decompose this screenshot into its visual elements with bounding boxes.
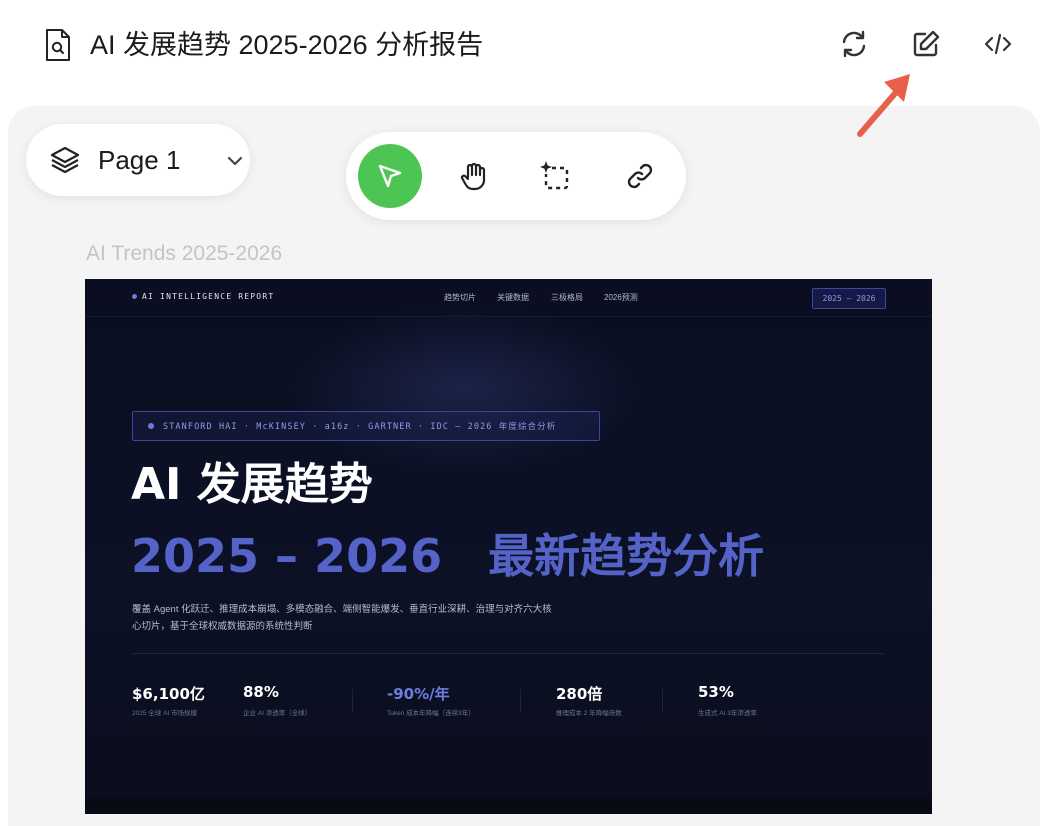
stat-separator xyxy=(662,689,663,713)
year-badge: 2025 — 2026 xyxy=(812,288,886,309)
stat-label-adoption: 企业 AI 渗透率（全球） xyxy=(243,710,312,717)
sparkle-frame-icon xyxy=(540,161,569,190)
link-icon xyxy=(627,163,653,189)
page-selector[interactable]: Page 1 xyxy=(26,124,250,196)
stat-label-genai: 生成式 AI 3年渗透率 xyxy=(698,710,757,717)
sources-tag: STANFORD HAI · McKINSEY · a16z · GARTNER… xyxy=(132,411,600,441)
link-tool-button[interactable] xyxy=(608,144,672,208)
document-icon xyxy=(46,29,70,61)
page-selector-label: Page 1 xyxy=(98,145,181,175)
hand-tool-button[interactable] xyxy=(442,144,506,208)
select-tool-button[interactable] xyxy=(358,144,422,208)
chevron-down-icon xyxy=(227,156,243,166)
layers-icon xyxy=(50,146,80,174)
refresh-icon xyxy=(842,30,866,58)
ai-frame-tool-button[interactable] xyxy=(524,144,588,208)
code-icon xyxy=(984,33,1012,55)
brand-dot-icon xyxy=(132,294,137,299)
annotation-arrow-icon xyxy=(857,74,910,137)
stat-value-genai: 53% xyxy=(698,683,734,701)
nav-link-forecast[interactable]: 2026预测 xyxy=(604,292,638,303)
report-brand: AI INTELLIGENCE REPORT xyxy=(142,292,275,301)
stats-divider xyxy=(132,653,884,654)
nav-link-landscape[interactable]: 三极格局 xyxy=(551,292,583,303)
stat-value-adoption: 88% xyxy=(243,683,279,701)
refresh-button[interactable] xyxy=(832,22,876,66)
report-description: 覆盖 Agent 化跃迁、推理成本崩塌、多模态融合、端侧智能爆发、垂直行业深耕、… xyxy=(132,604,552,632)
stat-value-market: $6,100亿 xyxy=(132,685,205,703)
report-title: AI 发展趋势 xyxy=(131,459,373,510)
report-subtitle: 2025 – 2026 最新趋势分析 xyxy=(131,525,764,587)
stat-label-token-cost: Token 成本年降幅（连续3年） xyxy=(387,710,475,717)
report-year: 2025 – 2026 xyxy=(131,529,443,583)
stat-label-inference: 推理成本 2 年降幅倍数 xyxy=(556,710,622,717)
stat-label-market: 2025 全球 AI 市场规模 xyxy=(132,710,198,717)
document-title: AI 发展趋势 2025-2026 分析报告 xyxy=(90,30,484,60)
stat-separator xyxy=(352,689,353,713)
edit-button[interactable] xyxy=(904,22,948,66)
canvas-toolbar xyxy=(346,132,686,220)
edit-icon xyxy=(913,30,940,57)
cursor-icon xyxy=(378,164,402,188)
report-bottom-band xyxy=(85,797,932,814)
stat-value-inference: 280倍 xyxy=(556,685,603,703)
stat-value-token-cost: -90%/年 xyxy=(387,685,450,703)
frame-label[interactable]: AI Trends 2025-2026 xyxy=(86,242,282,266)
nav-link-trends[interactable]: 趋势切片 xyxy=(444,292,476,303)
report-frame[interactable]: AI INTELLIGENCE REPORT 趋势切片 关键数据 三极格局 20… xyxy=(85,279,932,814)
hand-icon xyxy=(460,162,486,191)
sources-dot-icon xyxy=(148,423,154,429)
report-subtitle-text: 最新趋势分析 xyxy=(488,529,765,583)
stat-separator xyxy=(520,689,521,713)
sources-text: STANFORD HAI · McKINSEY · a16z · GARTNER… xyxy=(163,422,557,432)
nav-link-key-data[interactable]: 关键数据 xyxy=(497,292,529,303)
code-view-button[interactable] xyxy=(976,22,1020,66)
